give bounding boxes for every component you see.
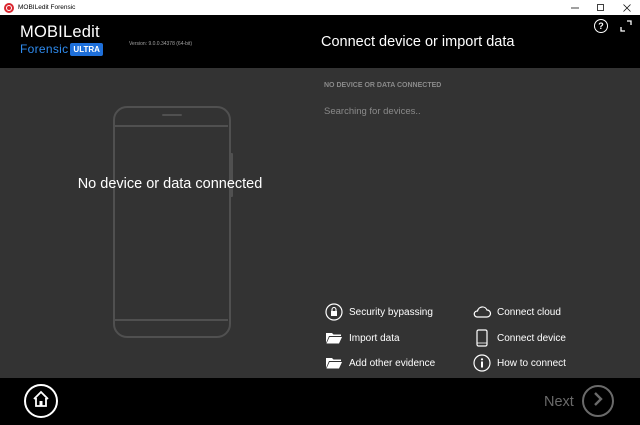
- maximize-icon[interactable]: [588, 0, 614, 15]
- fullscreen-icon[interactable]: [619, 19, 633, 33]
- cloud-icon: [472, 302, 492, 322]
- chevron-right-icon: [591, 391, 605, 412]
- how-to-connect-label: How to connect: [497, 357, 566, 369]
- ultra-badge: ULTRA: [70, 42, 103, 56]
- connect-device-label: Connect device: [497, 332, 566, 344]
- how-to-connect-link[interactable]: How to connect: [472, 353, 566, 373]
- home-button[interactable]: [24, 384, 58, 418]
- window-title-bar: MOBILedit Forensic: [0, 0, 640, 15]
- window-controls: [562, 0, 640, 15]
- import-data-label: Import data: [349, 332, 400, 344]
- connect-device-link[interactable]: Connect device: [472, 328, 566, 348]
- app-header: MOBILedit Forensic ULTRA Version: 9.0.0.…: [0, 15, 640, 68]
- add-other-evidence-link[interactable]: Add other evidence: [324, 353, 435, 373]
- brand-logo: MOBILedit Forensic ULTRA: [20, 24, 103, 56]
- close-icon[interactable]: [614, 0, 640, 15]
- add-other-evidence-label: Add other evidence: [349, 357, 436, 369]
- help-button[interactable]: ?: [594, 19, 608, 33]
- smartphone-icon: [472, 328, 492, 348]
- version-text: Version: 9.0.0.34378 (64-bit): [129, 41, 193, 47]
- phone-speaker: [162, 114, 182, 116]
- info-icon: [472, 353, 492, 373]
- connect-cloud-link[interactable]: Connect cloud: [472, 302, 561, 322]
- window-title: MOBILedit Forensic: [18, 4, 76, 11]
- lock-icon: [324, 302, 344, 322]
- security-bypassing-link[interactable]: Security bypassing: [324, 302, 433, 322]
- home-icon: [32, 390, 50, 413]
- app-footer: Next: [0, 378, 640, 425]
- main-panel: No device or data connected NO DEVICE OR…: [0, 68, 640, 378]
- minimize-icon[interactable]: [562, 0, 588, 15]
- status-message: Searching for devices..: [324, 106, 421, 117]
- help-icon: ?: [598, 21, 604, 31]
- status-heading: NO DEVICE OR DATA CONNECTED: [324, 82, 442, 89]
- app-logo-icon: [4, 2, 14, 13]
- brand-product: Forensic: [20, 42, 69, 56]
- folder-icon: [324, 328, 344, 348]
- phone-illustration: [113, 106, 233, 338]
- next-label: Next: [544, 394, 574, 410]
- phone-screen-bottom-edge: [115, 319, 228, 321]
- page-title: Connect device or import data: [321, 34, 515, 50]
- security-bypassing-label: Security bypassing: [349, 306, 433, 318]
- open-folder-icon: [324, 353, 344, 373]
- connect-cloud-label: Connect cloud: [497, 306, 561, 318]
- brand-name: MOBILedit: [20, 23, 100, 41]
- no-device-label: No device or data connected: [77, 176, 263, 192]
- phone-screen-top-edge: [115, 125, 228, 127]
- next-button[interactable]: [582, 385, 614, 417]
- import-data-link[interactable]: Import data: [324, 328, 400, 348]
